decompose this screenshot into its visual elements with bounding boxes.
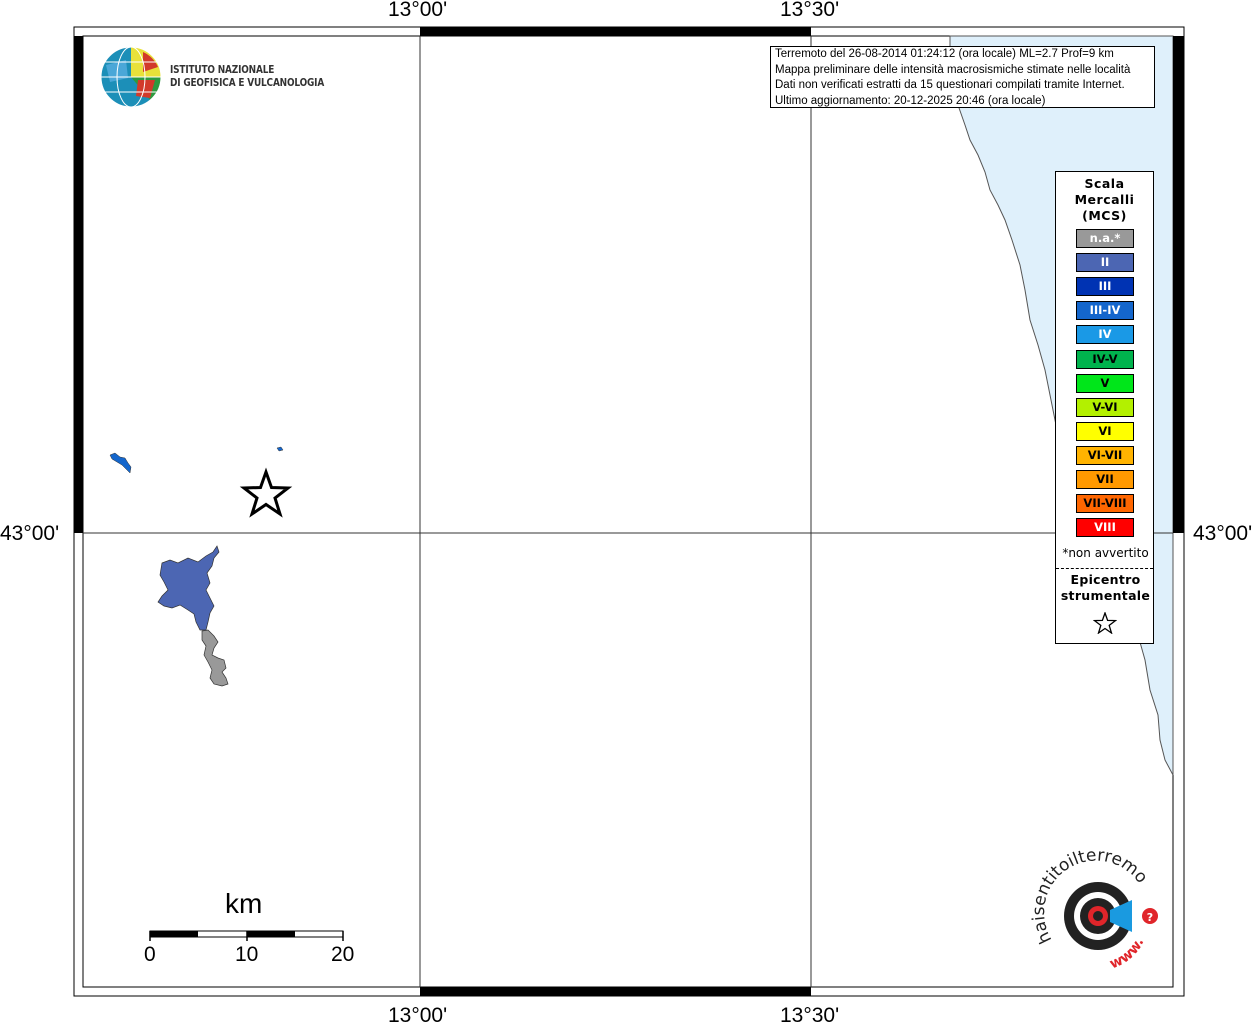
legend-note: *non avvertito (1062, 546, 1149, 560)
legend-divider (1056, 568, 1153, 569)
event-info-line4: Ultimo aggiornamento: 20-12-2025 20:46 (… (775, 94, 1046, 107)
event-info-line3: Dati non verificati estratti da 15 quest… (775, 79, 1125, 91)
institute-name: ISTITUTO NAZIONALE DI GEOFISICA E VULCAN… (170, 64, 324, 90)
legend-title-line1: Scala (1084, 176, 1125, 191)
left-tick-43-00: 43°00' (0, 522, 60, 545)
bottom-tick-13-00: 13°00' (388, 1004, 448, 1027)
frame-bar-right (1173, 36, 1184, 533)
legend-title: Scala Mercalli (MCS) (1056, 176, 1153, 224)
frame-bar-top (420, 27, 811, 36)
legend-swatch-v-vi: V-VI (1076, 397, 1134, 417)
intensity-legend: Scala Mercalli (MCS) n.a.* II III III-IV IV I… (1055, 171, 1154, 644)
svg-text:?: ? (1147, 911, 1153, 924)
legend-swatch-vi: VI (1076, 421, 1134, 441)
scale-label-10: 10 (235, 943, 259, 966)
top-tick-13-30: 13°30' (780, 0, 840, 21)
institute-name-line1: ISTITUTO NAZIONALE (170, 64, 275, 76)
right-tick-43-00: 43°00' (1193, 522, 1253, 545)
top-tick-13-00: 13°00' (388, 0, 448, 21)
scale-unit-label: km (225, 888, 263, 919)
event-info-line1: Terremoto del 26-08-2014 01:24:12 (ora l… (775, 48, 1114, 60)
legend-swatch-vii: VII (1076, 470, 1134, 489)
legend-swatch-vii-viii: VII-VIII (1076, 494, 1134, 514)
legend-title-line2: Mercalli (1074, 192, 1135, 207)
legend-epicenter-label: Epicentro strumentale (1056, 572, 1155, 604)
legend-star-icon (1093, 612, 1117, 634)
legend-swatch-vi-vii: VI-VII (1076, 445, 1134, 465)
legend-epicenter-line1: Epicentro (1070, 572, 1141, 587)
event-info-box: Terremoto del 26-08-2014 01:24:12 (ora l… (770, 46, 1155, 108)
legend-swatch-ii: II (1076, 253, 1134, 273)
legend-swatch-iii-iv: III-IV (1076, 301, 1134, 321)
bottom-tick-13-30: 13°30' (780, 1004, 840, 1027)
legend-swatch-iv: IV (1076, 325, 1134, 345)
legend-swatch-n-a: n.a.* (1076, 229, 1134, 248)
legend-epicenter-line2: strumentale (1060, 588, 1151, 603)
scale-label-0: 0 (144, 943, 156, 966)
legend-swatch-iii: III (1076, 277, 1134, 297)
legend-title-line3: (MCS) (1082, 208, 1127, 223)
frame-bar-bottom (420, 987, 811, 996)
legend-swatch-iv-v: IV-V (1076, 349, 1134, 369)
legend-swatch-v: V (1076, 373, 1134, 393)
scale-label-20: 20 (331, 943, 355, 966)
institute-name-line2: DI GEOFISICA E VULCANOLOGIA (170, 77, 325, 89)
legend-swatch-viii: VIII (1076, 518, 1134, 538)
frame-bar-left (74, 36, 83, 533)
ingv-logo-icon (100, 46, 162, 108)
event-info-line2: Mappa preliminare delle intensità macros… (775, 63, 1131, 76)
